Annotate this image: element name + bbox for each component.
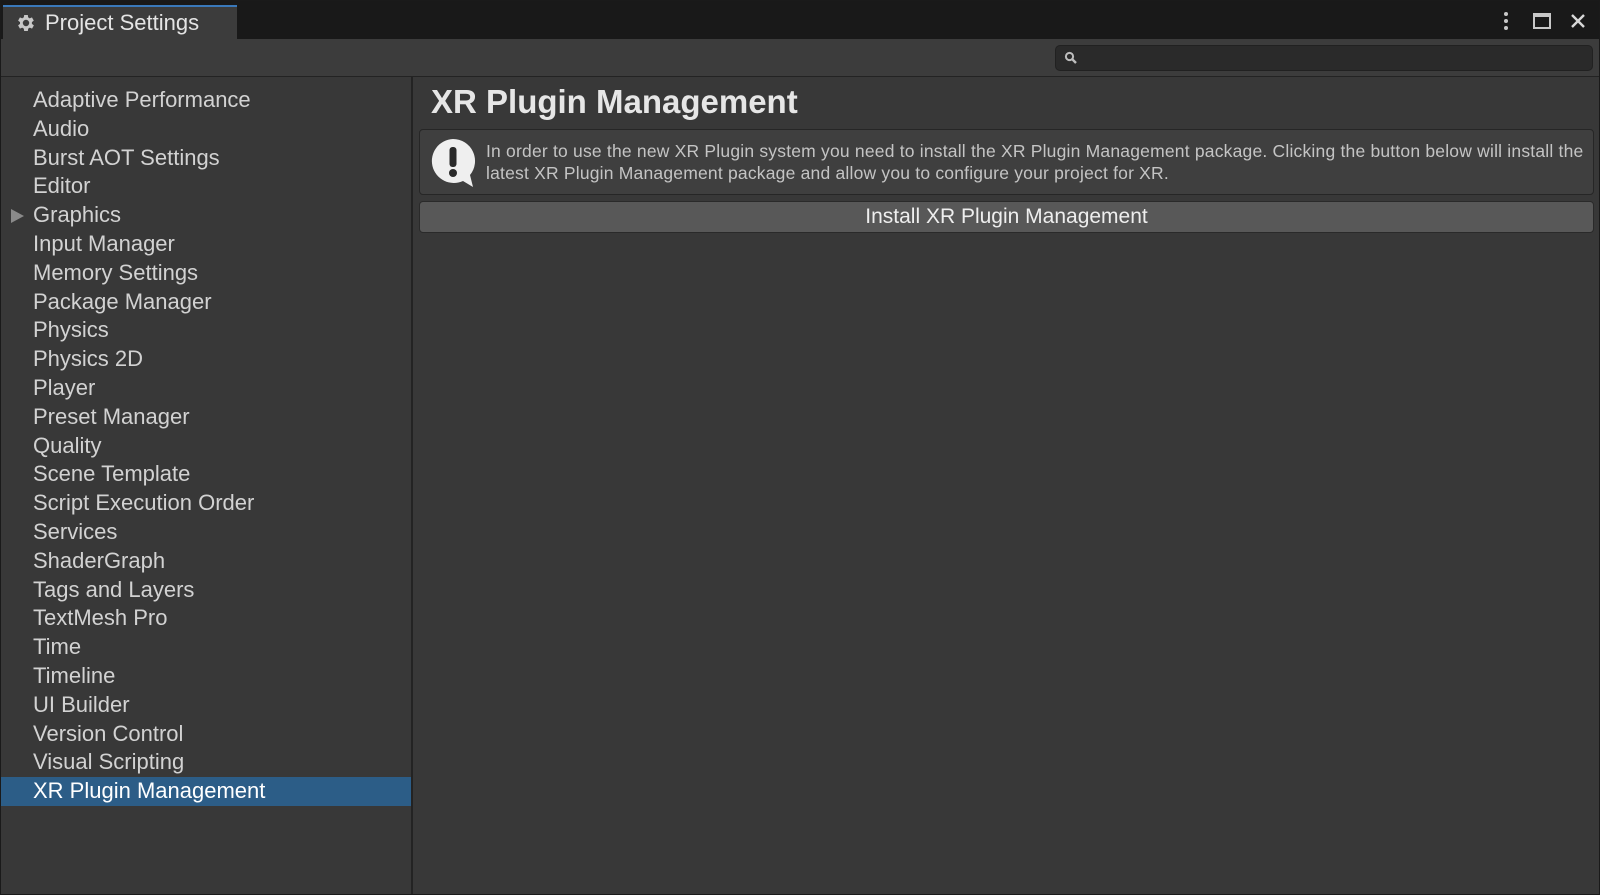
sidebar-item-timeline[interactable]: Timeline bbox=[1, 662, 411, 691]
sidebar-item-label: Package Manager bbox=[33, 288, 212, 314]
search-icon bbox=[1064, 51, 1077, 64]
install-xr-plugin-management-button[interactable]: Install XR Plugin Management bbox=[419, 201, 1594, 233]
sidebar-item-version-control[interactable]: Version Control bbox=[1, 720, 411, 749]
sidebar-item-shadergraph[interactable]: ShaderGraph bbox=[1, 547, 411, 576]
sidebar-item-memory-settings[interactable]: Memory Settings bbox=[1, 259, 411, 288]
sidebar-item-label: Timeline bbox=[33, 662, 116, 688]
tab-project-settings[interactable]: Project Settings bbox=[3, 5, 237, 39]
sidebar-item-physics[interactable]: Physics bbox=[1, 316, 411, 345]
toolbar bbox=[1, 39, 1599, 77]
sidebar-item-label: Version Control bbox=[33, 720, 184, 746]
warning-icon bbox=[431, 138, 476, 187]
sidebar-item-script-execution-order[interactable]: Script Execution Order bbox=[1, 489, 411, 518]
foldout-arrow-icon[interactable] bbox=[11, 209, 24, 224]
project-settings-window: Project Settings Adaptive Performance Aud… bbox=[0, 0, 1600, 895]
sidebar-item-audio[interactable]: Audio bbox=[1, 115, 411, 144]
sidebar-item-label: Editor bbox=[33, 173, 91, 199]
search-input[interactable] bbox=[1084, 46, 1588, 72]
gear-icon bbox=[18, 15, 34, 31]
sidebar-item-label: XR Plugin Management bbox=[33, 778, 266, 804]
sidebar-item-textmesh-pro[interactable]: TextMesh Pro bbox=[1, 604, 411, 633]
help-message: In order to use the new XR Plugin system… bbox=[486, 141, 1584, 183]
sidebar-item-label: Time bbox=[33, 634, 82, 660]
sidebar-item-label: Script Execution Order bbox=[33, 490, 255, 516]
maximize-icon[interactable] bbox=[1531, 10, 1553, 32]
sidebar-item-ui-builder[interactable]: UI Builder bbox=[1, 691, 411, 720]
title-bar: Project Settings bbox=[1, 1, 1599, 39]
sidebar-item-label: Memory Settings bbox=[33, 259, 199, 285]
sidebar-item-visual-scripting[interactable]: Visual Scripting bbox=[1, 748, 411, 777]
sidebar-item-quality[interactable]: Quality bbox=[1, 432, 411, 461]
sidebar-item-label: TextMesh Pro bbox=[33, 605, 168, 631]
window-controls bbox=[1495, 9, 1589, 33]
sidebar-item-time[interactable]: Time bbox=[1, 633, 411, 662]
settings-sidebar: Adaptive Performance Audio Burst AOT Setti… bbox=[1, 77, 413, 894]
sidebar-item-label: Input Manager bbox=[33, 230, 175, 256]
close-icon[interactable] bbox=[1567, 10, 1589, 32]
sidebar-item-label: Preset Manager bbox=[33, 403, 190, 429]
sidebar-item-input-manager[interactable]: Input Manager bbox=[1, 230, 411, 259]
sidebar-item-editor[interactable]: Editor bbox=[1, 172, 411, 201]
sidebar-item-burst-aot-settings[interactable]: Burst AOT Settings bbox=[1, 144, 411, 173]
help-box: In order to use the new XR Plugin system… bbox=[419, 129, 1594, 195]
sidebar-item-adaptive-performance[interactable]: Adaptive Performance bbox=[1, 86, 411, 115]
page-title: XR Plugin Management bbox=[431, 83, 798, 120]
sidebar-item-label: Quality bbox=[33, 432, 102, 458]
sidebar-item-label: Burst AOT Settings bbox=[33, 144, 220, 170]
search-field[interactable] bbox=[1055, 45, 1593, 72]
sidebar-item-label: Visual Scripting bbox=[33, 749, 185, 775]
sidebar-item-label: UI Builder bbox=[33, 691, 130, 717]
sidebar-item-tags-and-layers[interactable]: Tags and Layers bbox=[1, 576, 411, 605]
sidebar-item-package-manager[interactable]: Package Manager bbox=[1, 288, 411, 317]
sidebar-item-label: ShaderGraph bbox=[33, 547, 166, 573]
settings-content: XR Plugin Management In order to use the… bbox=[413, 77, 1599, 894]
sidebar-item-preset-manager[interactable]: Preset Manager bbox=[1, 403, 411, 432]
settings-category-list: Adaptive Performance Audio Burst AOT Setti… bbox=[1, 77, 411, 806]
sidebar-item-xr-plugin-management[interactable]: XR Plugin Management bbox=[1, 777, 411, 806]
sidebar-item-label: Graphics bbox=[33, 202, 122, 228]
sidebar-item-label: Audio bbox=[33, 115, 90, 141]
sidebar-item-label: Physics 2D bbox=[33, 346, 144, 372]
sidebar-item-physics-2d[interactable]: Physics 2D bbox=[1, 345, 411, 374]
sidebar-item-label: Player bbox=[33, 374, 96, 400]
sidebar-item-graphics[interactable]: Graphics bbox=[1, 201, 411, 230]
sidebar-item-player[interactable]: Player bbox=[1, 374, 411, 403]
tab-title: Project Settings bbox=[45, 10, 200, 35]
sidebar-item-label: Adaptive Performance bbox=[33, 87, 251, 112]
sidebar-item-label: Scene Template bbox=[33, 461, 191, 487]
sidebar-item-services[interactable]: Services bbox=[1, 518, 411, 547]
sidebar-item-label: Physics bbox=[33, 317, 109, 343]
sidebar-item-label: Tags and Layers bbox=[33, 576, 195, 602]
more-options-icon[interactable] bbox=[1495, 10, 1517, 32]
sidebar-item-scene-template[interactable]: Scene Template bbox=[1, 460, 411, 489]
sidebar-item-label: Services bbox=[33, 518, 118, 544]
